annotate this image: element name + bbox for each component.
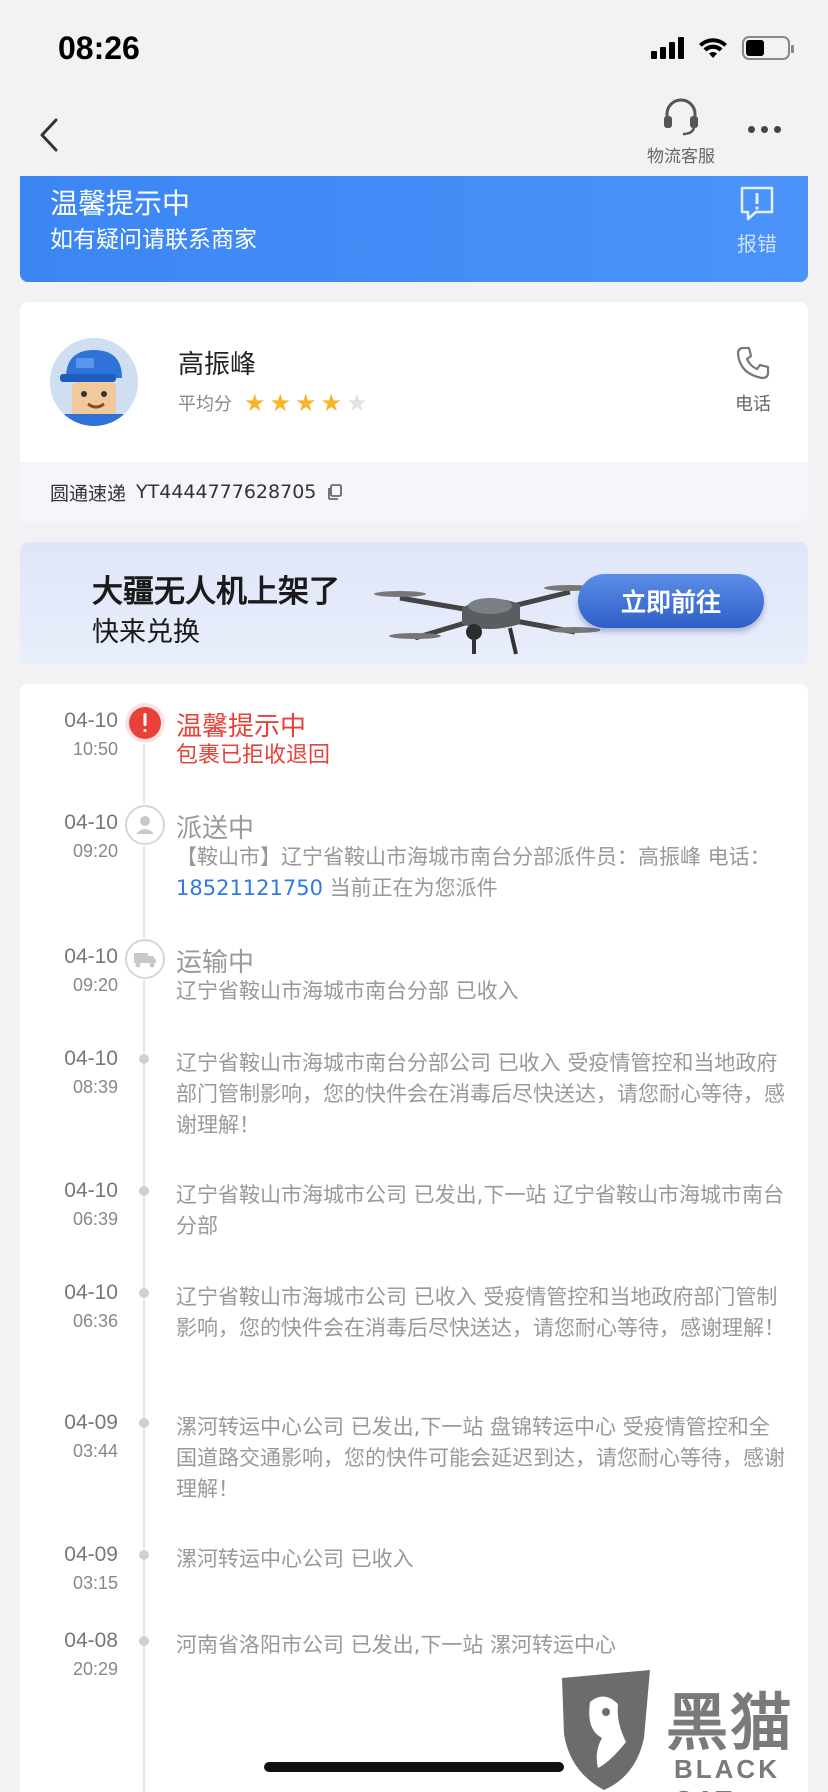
report-label: 报错 [737, 232, 777, 256]
event-time: 10:50 [72, 739, 118, 759]
status-icons [651, 36, 794, 60]
event-title: 运输中 [176, 948, 255, 978]
event-description: 辽宁省鞍山市海城市公司 已收入 受疫情管控和当地政府部门管制影响，您的快件会在消… [176, 1285, 785, 1340]
promo-subtitle: 快来兑换 [92, 617, 200, 648]
phone-icon [736, 346, 770, 380]
status-bar: 08:26 [0, 0, 828, 100]
event-description: 河南省洛阳市公司 已发出,下一站 漯河转运中心 [176, 1633, 617, 1657]
event-time: 06:36 [72, 1311, 118, 1331]
tracking-row: 圆通速递 YT4444777628705 [20, 462, 808, 522]
watermark-text: 黑猫 [666, 1686, 795, 1759]
black-cat-logo [562, 1670, 650, 1790]
black-cat-watermark: 黑猫 BLACK CAT [556, 1668, 828, 1792]
courier-name: 高振峰 [178, 350, 257, 380]
alert-icon [124, 702, 166, 744]
more-options-icon[interactable] [748, 114, 788, 144]
carrier-name: 圆通速递 [50, 482, 127, 505]
call-courier-button[interactable]: 电话 [728, 344, 778, 416]
event-time: 03:44 [72, 1441, 118, 1461]
star-filled-icon: ★ [295, 389, 317, 417]
timeline-dot [139, 1636, 149, 1646]
courier-avatar [50, 338, 138, 426]
rating-label: 平均分 [178, 394, 232, 415]
event-time: 08:39 [72, 1077, 118, 1097]
courier-avatar-illustration [50, 338, 138, 426]
star-empty-icon: ★ [346, 389, 368, 417]
event-title: 派送中 [176, 814, 255, 844]
truck-icon [124, 938, 166, 980]
event-date: 04-09 [64, 1411, 118, 1434]
drone-image [374, 585, 600, 655]
tracking-timeline: 04-10 10:50 温馨提示中 包裹已拒收退回 04-10 09:20 派送中 【鞍山市】… [20, 684, 808, 1792]
event-date: 04-10 [64, 1281, 118, 1304]
timeline-dot [139, 1418, 149, 1428]
customer-service-button[interactable]: 物流客服 [636, 96, 726, 167]
courier-card: 高振峰 平均分 ★ ★ ★ ★ ★ 电话 圆通速递 YT4444777628705 [20, 302, 808, 522]
cellular-signal-icon [651, 37, 684, 59]
copy-icon[interactable] [326, 483, 344, 501]
star-filled-icon: ★ [244, 389, 266, 417]
timeline-dot [139, 1288, 149, 1298]
event-description: 【鞍山市】辽宁省鞍山市海城市南台分部派件员：高振峰 电话： 18521121750… [176, 842, 790, 904]
headset-icon [664, 98, 698, 136]
event-description: 漯河转运中心公司 已收入 [176, 1547, 414, 1571]
event-description: 辽宁省鞍山市海城市南台分部公司 已收入 受疫情管控和当地政府部门管制影响，您的快… [176, 1051, 785, 1137]
watermark-subtext: BLACK CAT [674, 1754, 780, 1792]
event-time: 06:39 [72, 1209, 118, 1229]
event-description: 漯河转运中心公司 已发出,下一站 盘锦转运中心 受疫情管控和全国道路交通影响，您… [176, 1415, 785, 1501]
courier-phone-link[interactable]: 18521121750 [176, 876, 323, 900]
timeline-dot [139, 1186, 149, 1196]
promo-title: 大疆无人机上架了 [92, 574, 340, 610]
event-description: 辽宁省鞍山市海城市公司 已发出,下一站 辽宁省鞍山市海城市南台分部 [176, 1183, 785, 1238]
tracking-number: YT4444777628705 [136, 481, 317, 503]
event-time: 20:29 [72, 1659, 118, 1679]
tip-subtitle: 如有疑问请联系商家 [50, 227, 257, 253]
tip-title: 温馨提示中 [50, 187, 191, 220]
tip-banner: 温馨提示中 如有疑问请联系商家 报错 [20, 176, 808, 282]
customer-service-label: 物流客服 [647, 147, 715, 167]
go-now-button[interactable]: 立即前往 [578, 574, 764, 628]
star-filled-icon: ★ [269, 389, 292, 417]
event-description: 辽宁省鞍山市海城市南台分部 已收入 [176, 979, 519, 1003]
event-date: 04-10 [64, 1179, 118, 1202]
event-date: 04-10 [64, 709, 118, 732]
event-desc-before: 【鞍山市】辽宁省鞍山市海城市南台分部派件员：高振峰 电话： [176, 845, 771, 869]
courier-rating: 平均分 ★ ★ ★ ★ ★ [178, 390, 368, 416]
report-icon [740, 186, 774, 221]
event-description: 包裹已拒收退回 [176, 743, 331, 768]
battery-icon [742, 36, 794, 60]
status-time: 08:26 [58, 30, 140, 66]
phone-label: 电话 [735, 394, 771, 415]
event-time: 09:20 [72, 975, 118, 995]
rating-stars: ★ ★ ★ ★ ★ [244, 391, 368, 415]
event-date: 04-10 [64, 811, 118, 834]
wifi-icon [699, 38, 727, 58]
nav-bar: 物流客服 [0, 98, 828, 176]
timeline-dot [139, 1054, 149, 1064]
event-date: 04-10 [64, 1047, 118, 1070]
back-arrow-icon[interactable] [30, 110, 70, 160]
event-date: 04-09 [64, 1543, 118, 1566]
promo-banner[interactable]: 大疆无人机上架了 快来兑换 立即前往 [20, 542, 808, 664]
courier-person-icon [124, 804, 166, 846]
star-filled-icon: ★ [320, 389, 343, 417]
report-error-button[interactable]: 报错 [732, 184, 782, 257]
event-title: 温馨提示中 [176, 712, 307, 742]
timeline-dot [139, 1550, 149, 1560]
event-date: 04-10 [64, 945, 118, 968]
event-date: 04-08 [64, 1629, 118, 1652]
timeline-line [143, 724, 145, 1792]
event-time: 03:15 [72, 1573, 118, 1593]
event-desc-after: 当前正在为您派件 [322, 876, 498, 900]
event-time: 09:20 [72, 841, 118, 861]
home-indicator[interactable] [264, 1762, 564, 1772]
